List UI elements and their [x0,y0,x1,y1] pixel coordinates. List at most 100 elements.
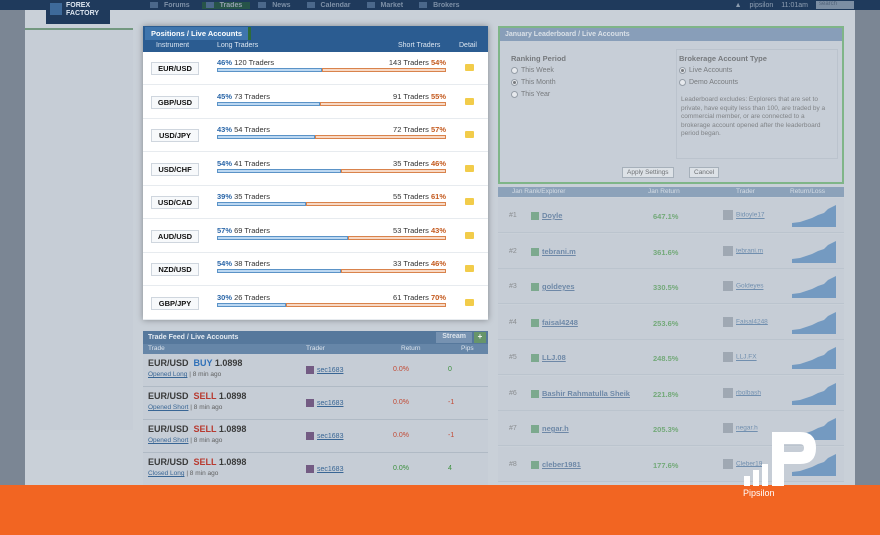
explorer-link[interactable]: cleber1981 [531,460,581,469]
trader-link[interactable]: Faisal4248 [723,316,768,327]
positions-title[interactable]: Positions / Live Accounts [145,27,251,40]
trade-pips: -1 [448,399,455,406]
folder-icon[interactable] [465,131,474,138]
trade-pair: EUR/USD [148,358,189,368]
pair-label[interactable]: NZD/USD [151,263,199,276]
trader-name[interactable]: sec1683 [317,367,343,374]
pair-label[interactable]: USD/JPY [151,129,199,142]
pair-label[interactable]: USD/CAD [151,196,199,209]
trade-action-link[interactable]: Opened Long [148,371,187,378]
explorer-name[interactable]: negar.h [542,424,569,433]
cancel-button[interactable]: Cancel [689,167,720,178]
pair-label[interactable]: USD/CHF [151,162,199,176]
radio-icon[interactable] [511,90,518,98]
nav-calendar-icon [306,1,315,8]
period-label: This Year [521,91,551,98]
trade-price: 1.0898 [218,424,247,434]
explorer-link[interactable]: tebrani.m [531,247,576,256]
stream-button[interactable]: Stream [436,332,472,343]
explorer-name[interactable]: goldeyes [542,282,575,291]
radio-icon[interactable] [511,66,518,74]
long-bar [217,168,341,173]
explorer-name[interactable]: tebrani.m [542,247,576,256]
trader-link[interactable]: rbolbash [723,387,761,398]
long-count: 69 Traders [234,225,270,235]
leaderboard-row: #3 goldeyes 330.5% Goldeyes [498,269,844,304]
explorer-name[interactable]: cleber1981 [542,460,581,469]
trader-avatar-icon [723,245,733,256]
explorer-link[interactable]: negar.h [531,424,569,434]
search-input[interactable]: search [816,1,854,9]
trader-link[interactable]: sec1683 [306,366,343,374]
trader-name[interactable]: tebrani.m [736,247,763,254]
trader-link[interactable]: Goldeyes [723,281,763,291]
radio-icon[interactable] [511,78,518,86]
apply-settings-button[interactable]: Apply Settings [622,167,674,178]
radio-icon[interactable] [679,78,686,86]
trade-action-link[interactable]: Opened Short [148,404,188,411]
trader-link[interactable]: sec1683 [306,465,343,473]
col-return: Return [401,345,421,352]
jan-return: 647.1% [653,212,679,221]
trader-name[interactable]: Bidoyle17 [736,212,765,219]
trader-name[interactable]: Goldeyes [736,283,763,290]
jan-return: 205.3% [653,425,679,434]
trader-name[interactable]: sec1683 [317,400,343,407]
folder-icon[interactable] [465,265,474,272]
folder-icon[interactable] [465,198,474,205]
bell-icon[interactable]: ▲ [735,2,742,9]
folder-icon[interactable] [465,97,474,105]
nav-item-news[interactable]: News [254,2,298,9]
explorer-link[interactable]: LLJ.08 [531,353,566,363]
explorer-name[interactable]: Bashir Rahmatulla Sheik [542,389,630,398]
explorer-link[interactable]: Doyle [531,211,562,221]
trade-action-link[interactable]: Opened Short [148,437,188,444]
username[interactable]: pipsilon [750,2,774,9]
trader-link[interactable]: tebrani.m [723,245,763,256]
trade-sub: Opened Short | 8 min ago [148,404,222,411]
long-traders: 45% 73 Traders [217,92,270,101]
trader-name[interactable]: Faisal4248 [736,318,768,325]
folder-icon[interactable] [465,231,474,239]
trader-name[interactable]: sec1683 [317,433,343,440]
account-option[interactable]: Live Accounts [679,66,767,76]
trader-name[interactable]: sec1683 [317,466,343,473]
trader-link[interactable]: sec1683 [306,399,343,407]
trader-link[interactable]: LLJ.FX [723,352,757,362]
nav-news-icon [258,1,267,8]
pair-label[interactable]: GBP/JPY [151,296,199,310]
account-option[interactable]: Demo Accounts [679,78,767,88]
trader-link[interactable]: Bidoyle17 [723,210,765,220]
folder-icon[interactable] [465,164,474,172]
period-option[interactable]: This Week [511,66,566,76]
folder-icon[interactable] [465,64,474,71]
radio-icon[interactable] [679,66,686,74]
nav-item-brokers[interactable]: Brokers [415,2,467,9]
nav-item-market[interactable]: Market [363,2,412,9]
nav-item-calendar[interactable]: Calendar [303,2,359,9]
nav-item-trades[interactable]: Trades [201,1,251,9]
trade-sub: Opened Long | 8 min ago [148,371,221,378]
trader-name[interactable]: LLJ.FX [736,354,757,361]
explorer-icon [531,389,539,398]
explorer-name[interactable]: Doyle [542,211,562,220]
short-count: 143 Traders [388,58,429,67]
folder-icon[interactable] [465,298,474,306]
nav-item-forums[interactable]: Forums [146,2,198,9]
pair-label[interactable]: EUR/USD [151,62,199,75]
add-button[interactable]: + [474,332,486,343]
trade-action-link[interactable]: Closed Long [148,470,185,477]
period-option[interactable]: This Month [511,78,566,88]
explorer-link[interactable]: faisal4248 [531,318,578,327]
pair-label[interactable]: GBP/USD [151,95,199,109]
trader-link[interactable]: sec1683 [306,432,343,440]
trader-name[interactable]: rbolbash [736,389,761,396]
explorer-link[interactable]: Bashir Rahmatulla Sheik [531,389,630,398]
explorer-link[interactable]: goldeyes [531,282,575,292]
period-option[interactable]: This Year [511,90,566,100]
pair-label[interactable]: AUD/USD [151,229,199,243]
explorer-name[interactable]: faisal4248 [542,318,578,327]
forex-factory-logo[interactable]: FOREX FACTORY [46,0,110,24]
explorer-name[interactable]: LLJ.08 [542,353,566,362]
user-area: ▲ pipsilon 11:01am search [735,0,854,10]
